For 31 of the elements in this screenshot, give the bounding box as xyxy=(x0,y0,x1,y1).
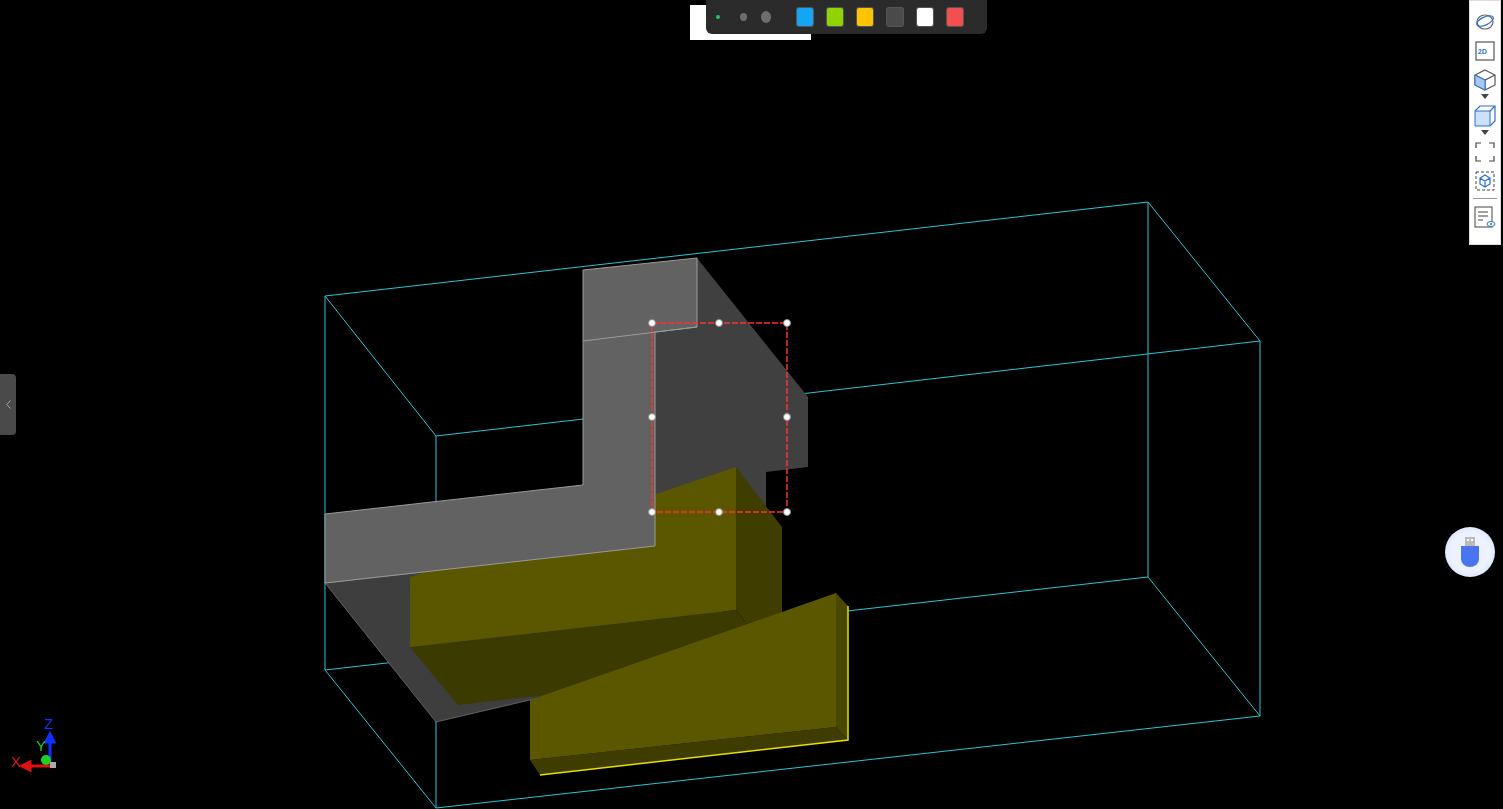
orbit-icon xyxy=(1475,13,1495,31)
brush-size-dot[interactable] xyxy=(760,11,772,23)
select-tool-button[interactable] xyxy=(1473,169,1497,193)
caret-icon[interactable] xyxy=(1481,130,1489,135)
list-eye-icon xyxy=(1474,206,1496,228)
iso-tool-button[interactable] xyxy=(1473,68,1497,92)
frame-icon xyxy=(1475,41,1495,61)
cube-tool-button[interactable] xyxy=(1473,104,1497,128)
usb-drive-button[interactable] xyxy=(1445,527,1495,577)
panel-toggle-tab[interactable] xyxy=(0,374,16,435)
brush-size-dot[interactable] xyxy=(739,13,747,21)
properties-tool-button[interactable] xyxy=(1473,205,1497,229)
color-swatch[interactable] xyxy=(857,8,874,26)
cube-icon xyxy=(1474,105,1496,127)
brush-size-dot[interactable] xyxy=(716,15,720,19)
usb-drive-icon xyxy=(1461,537,1479,567)
color-swatch[interactable] xyxy=(917,8,934,26)
fit-tool-button[interactable] xyxy=(1473,140,1497,164)
chevron-left-icon xyxy=(5,400,11,409)
axis-label: Z xyxy=(44,716,54,731)
axis-label: X xyxy=(11,754,21,769)
color-swatch[interactable] xyxy=(797,8,814,26)
caret-icon[interactable] xyxy=(1481,94,1489,99)
fit-frame-icon xyxy=(1475,142,1495,162)
color-swatch[interactable] xyxy=(947,8,963,26)
box-select-icon xyxy=(1475,171,1495,191)
selection-rectangle[interactable] xyxy=(648,319,791,516)
color-swatch[interactable] xyxy=(887,8,904,26)
color-swatch[interactable] xyxy=(827,8,844,26)
cube-icon xyxy=(1474,69,1496,91)
axis-label: Y xyxy=(36,738,46,753)
